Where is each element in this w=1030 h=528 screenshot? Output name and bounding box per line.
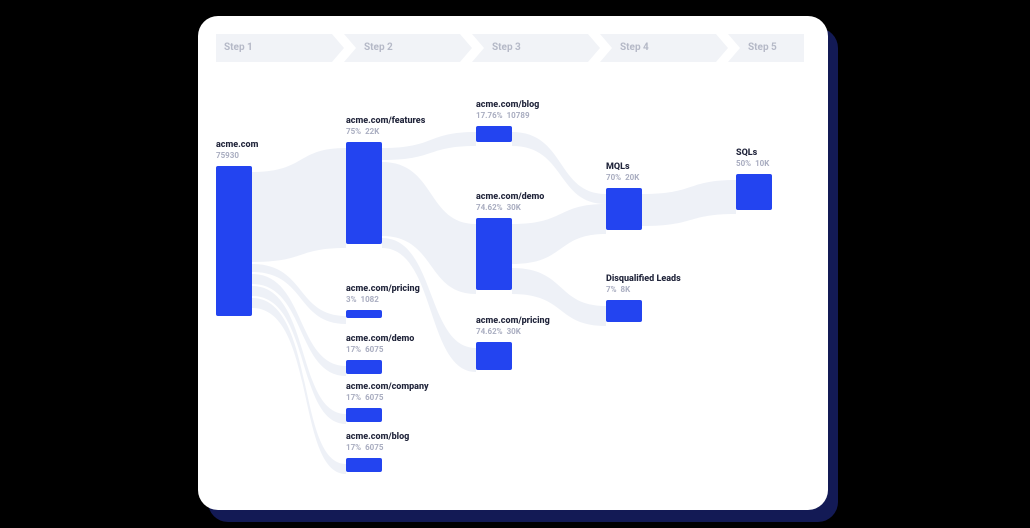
chart-card: Step 1 Step 2 Step 3 Step 4 Step 5	[198, 16, 828, 510]
sankey-node-demo: acme.com/demo 17% 6075	[346, 334, 414, 374]
node-bar	[346, 142, 382, 244]
node-meta: 17% 6075	[346, 443, 409, 452]
node-bar	[476, 342, 512, 370]
node-meta: 74.62% 30K	[476, 327, 550, 336]
node-bar	[346, 310, 382, 318]
node-bar	[476, 126, 512, 142]
sankey-node-pricing3: acme.com/pricing 74.62% 30K	[476, 316, 550, 370]
node-bar	[346, 408, 382, 422]
node-bar	[476, 218, 512, 290]
step-2: Step 2	[344, 34, 472, 62]
node-meta: 75% 22K	[346, 127, 425, 136]
sankey-node-disq: Disqualified Leads 7% 8K	[606, 274, 681, 322]
node-title: MQLs	[606, 162, 642, 172]
sankey-node-acme: acme.com 75930	[216, 140, 258, 316]
sankey-node-sqls: SQLs 50% 10K	[736, 148, 772, 210]
step-1: Step 1	[216, 34, 344, 62]
step-label: Step 3	[492, 42, 521, 53]
sankey-node-blog: acme.com/blog 17% 6075	[346, 432, 409, 472]
node-title: acme.com/demo	[476, 192, 544, 202]
node-meta: 74.62% 30K	[476, 203, 544, 212]
node-meta: 75930	[216, 151, 258, 160]
step-header: Step 1 Step 2 Step 3 Step 4 Step 5	[216, 34, 818, 62]
node-bar	[216, 166, 252, 316]
node-meta: 70% 20K	[606, 173, 642, 182]
node-title: acme.com	[216, 140, 258, 150]
step-label: Step 2	[364, 42, 393, 53]
node-title: Disqualified Leads	[606, 274, 681, 284]
sankey-node-blog3: acme.com/blog 17.76% 10789	[476, 100, 539, 142]
node-title: acme.com/demo	[346, 334, 414, 344]
node-bar	[736, 174, 772, 210]
sankey-node-demo3: acme.com/demo 74.62% 30K	[476, 192, 544, 290]
node-bar	[606, 188, 642, 230]
sankey-node-pricing: acme.com/pricing 3% 1082	[346, 284, 420, 318]
step-label: Step 4	[620, 42, 649, 53]
node-title: acme.com/pricing	[346, 284, 420, 294]
step-5: Step 5	[728, 34, 804, 62]
node-title: acme.com/blog	[346, 432, 409, 442]
node-title: acme.com/company	[346, 382, 429, 392]
node-meta: 3% 1082	[346, 295, 420, 304]
node-meta: 17% 6075	[346, 345, 414, 354]
node-title: acme.com/pricing	[476, 316, 550, 326]
node-meta: 17% 6075	[346, 393, 429, 402]
node-meta: 17.76% 10789	[476, 111, 539, 120]
node-meta: 50% 10K	[736, 159, 772, 168]
step-4: Step 4	[600, 34, 728, 62]
sankey-node-company: acme.com/company 17% 6075	[346, 382, 429, 422]
node-bar	[346, 360, 382, 374]
step-label: Step 1	[224, 42, 253, 53]
step-3: Step 3	[472, 34, 600, 62]
step-label: Step 5	[748, 42, 777, 53]
sankey-node-mqls: MQLs 70% 20K	[606, 162, 642, 230]
sankey-chart: acme.com 75930 acme.com/features 75% 22K…	[216, 76, 818, 492]
node-title: acme.com/blog	[476, 100, 539, 110]
node-title: acme.com/features	[346, 116, 425, 126]
node-bar	[606, 300, 642, 322]
sankey-node-features: acme.com/features 75% 22K	[346, 116, 425, 244]
node-title: SQLs	[736, 148, 772, 158]
node-meta: 7% 8K	[606, 285, 681, 294]
node-bar	[346, 458, 382, 472]
